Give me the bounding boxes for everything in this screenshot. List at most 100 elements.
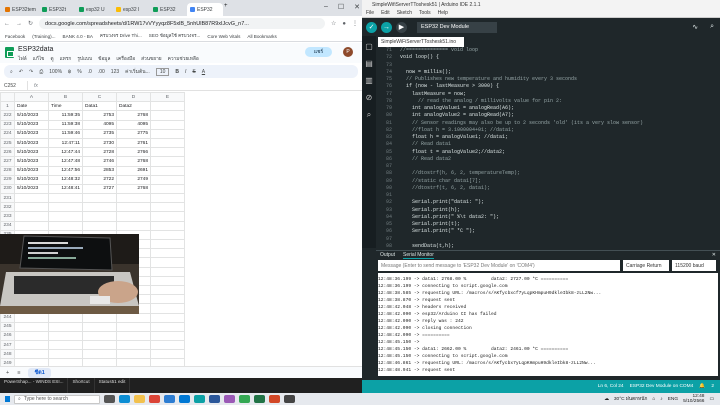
sheet-cell[interactable]: 2753 bbox=[82, 110, 117, 121]
increase-decimal-button[interactable]: .00 bbox=[98, 69, 105, 75]
menu-item[interactable]: Help bbox=[438, 10, 448, 16]
browser-tab[interactable]: ESP32t bbox=[39, 3, 75, 16]
photos-icon[interactable] bbox=[224, 395, 235, 403]
sheet-cell[interactable]: 5/10/2023 bbox=[14, 156, 49, 167]
browser-tab[interactable]: ESP32tem bbox=[2, 3, 38, 16]
row-header[interactable]: 249 bbox=[0, 358, 15, 366]
row-header[interactable]: 1 bbox=[0, 101, 15, 112]
browser-tab[interactable]: esp32 I bbox=[113, 3, 149, 16]
row-header[interactable]: 232 bbox=[0, 202, 15, 213]
serial-plotter-icon[interactable]: ∿ bbox=[692, 23, 698, 31]
row-header[interactable]: 244 bbox=[0, 312, 15, 323]
sheet-cell[interactable]: 11:59:35 bbox=[48, 110, 83, 121]
sheet-cell[interactable] bbox=[14, 349, 49, 360]
sheet-cell[interactable]: Data2 bbox=[116, 101, 151, 112]
sheet-cell[interactable] bbox=[150, 349, 185, 360]
sheet-cell[interactable]: 2749 bbox=[116, 174, 151, 185]
menu-item[interactable]: ส่วนขยาย bbox=[141, 55, 162, 63]
row-header[interactable]: 225 bbox=[0, 137, 15, 149]
sheet-cell[interactable] bbox=[82, 321, 117, 332]
sheet-cell[interactable]: 4095 bbox=[82, 119, 117, 130]
language-indicator[interactable]: ENG bbox=[668, 397, 678, 402]
sheet-cell[interactable]: 2766 bbox=[116, 147, 151, 158]
sheet-cell[interactable]: 5/10/2023 bbox=[14, 110, 49, 121]
print-icon[interactable]: ⎙ bbox=[39, 69, 43, 75]
window-thumbnail-label[interactable]: Shortcut bbox=[68, 378, 95, 393]
bookmark-item[interactable]: Facebook bbox=[5, 34, 25, 39]
edge-icon[interactable] bbox=[119, 395, 130, 403]
sheet-cell[interactable] bbox=[14, 211, 49, 222]
sheet-cell[interactable] bbox=[116, 321, 151, 332]
forward-icon[interactable]: → bbox=[16, 21, 22, 27]
sheet-cell[interactable] bbox=[14, 321, 49, 332]
sheet-cell[interactable]: 2728 bbox=[82, 147, 117, 158]
row-header[interactable]: 230 bbox=[0, 183, 15, 195]
sheet-cell[interactable]: Date bbox=[14, 101, 49, 112]
folder-icon[interactable]: ▢ bbox=[365, 42, 373, 51]
sheet-cell[interactable] bbox=[150, 211, 185, 222]
sheet-cell[interactable] bbox=[150, 202, 185, 213]
sheet-cell[interactable] bbox=[116, 358, 151, 366]
sheet-cell[interactable] bbox=[14, 358, 49, 366]
weather-text[interactable]: 30°C ฝนตกหนัก bbox=[614, 395, 648, 403]
row-header[interactable]: 227 bbox=[0, 156, 15, 167]
sheet-cell[interactable]: 12:47:44 bbox=[48, 147, 83, 158]
sheet-cell[interactable] bbox=[48, 312, 83, 323]
sheet-cell[interactable] bbox=[82, 349, 117, 360]
serial-message-input[interactable]: Message (Enter to send message to 'ESP32… bbox=[378, 260, 620, 271]
menu-item[interactable]: Sketch bbox=[397, 10, 412, 16]
sheet-cell[interactable]: 2761 bbox=[116, 137, 151, 149]
bold-icon[interactable]: B bbox=[175, 69, 179, 75]
decrease-decimal-button[interactable]: .0 bbox=[88, 69, 92, 75]
sheet-cell[interactable] bbox=[48, 220, 83, 231]
board-select[interactable]: ESP32 Dev Module bbox=[417, 21, 497, 33]
sheet-cell[interactable] bbox=[150, 174, 185, 185]
sheet-cell[interactable] bbox=[116, 220, 151, 231]
sheet-cell[interactable] bbox=[116, 211, 151, 222]
sheet-cell[interactable] bbox=[82, 330, 117, 342]
sheet-cell[interactable]: 12:47:11 bbox=[48, 137, 83, 149]
column-header[interactable]: A bbox=[14, 92, 49, 103]
menu-item[interactable]: ข้อมูล bbox=[98, 55, 110, 63]
sheet-cell[interactable] bbox=[150, 101, 185, 112]
sheet-cell[interactable]: 12:48:32 bbox=[48, 174, 83, 185]
library-manager-icon[interactable]: ▥ bbox=[365, 76, 373, 85]
serial-monitor-tab[interactable]: Serial Monitor bbox=[403, 252, 434, 259]
sheet-cell[interactable]: 2768 bbox=[116, 110, 151, 121]
strikethrough-icon[interactable]: S bbox=[192, 69, 195, 75]
font-size-field[interactable]: 10 bbox=[155, 67, 170, 76]
row-header[interactable]: 248 bbox=[0, 349, 15, 360]
sheet-cell[interactable]: 5/10/2023 bbox=[14, 119, 49, 130]
notification-center-icon[interactable]: ▭ bbox=[709, 397, 714, 402]
spreadsheet-grid[interactable]: ABCDE 1 Date Time Data1 Data2 222 5/10/2023 11:… bbox=[0, 92, 362, 366]
sheet-cell[interactable]: 5/10/2023 bbox=[14, 147, 49, 158]
zoom-select[interactable]: 100% bbox=[49, 69, 62, 75]
task-view-icon[interactable] bbox=[104, 395, 115, 403]
file-tab[interactable]: SimpleWiFiServerTToshesk51.ino bbox=[378, 37, 464, 47]
app-icon[interactable] bbox=[284, 395, 295, 403]
column-header[interactable]: E bbox=[150, 92, 185, 103]
sheet-cell[interactable]: 12:47:48 bbox=[48, 156, 83, 167]
sheet-cell[interactable] bbox=[150, 193, 185, 204]
baud-rate-select[interactable]: 115200 baud bbox=[672, 260, 716, 271]
sheet-cell[interactable]: 11:59:46 bbox=[48, 128, 83, 139]
sheet-cell[interactable] bbox=[150, 266, 185, 277]
column-header[interactable]: C bbox=[82, 92, 117, 103]
sheet-cell[interactable] bbox=[150, 303, 185, 314]
sheet-cell[interactable] bbox=[48, 321, 83, 332]
sheet-cell[interactable] bbox=[150, 110, 185, 121]
maximize-icon[interactable]: ☐ bbox=[338, 3, 344, 11]
menu-item[interactable]: ไฟล์ bbox=[18, 55, 27, 63]
bookmark-item[interactable]: SEO ข้อมูลใช้ ครบวงจร... bbox=[149, 33, 201, 40]
sheet-cell[interactable] bbox=[150, 257, 185, 268]
code-editor[interactable]: 71 //============== void loop 72 void loop(… bbox=[378, 47, 720, 248]
sheet-cell[interactable] bbox=[82, 312, 117, 323]
bookmark-item[interactable]: (Training)... bbox=[32, 34, 55, 39]
sheet-cell[interactable]: 2768 bbox=[116, 183, 151, 195]
sheet-cell[interactable] bbox=[150, 294, 185, 305]
chrome-alt-icon[interactable] bbox=[239, 395, 250, 403]
sheet-cell[interactable] bbox=[48, 211, 83, 222]
back-icon[interactable]: ← bbox=[4, 21, 10, 27]
sheet-cell[interactable] bbox=[150, 358, 185, 366]
sheet-cell[interactable] bbox=[150, 147, 185, 158]
